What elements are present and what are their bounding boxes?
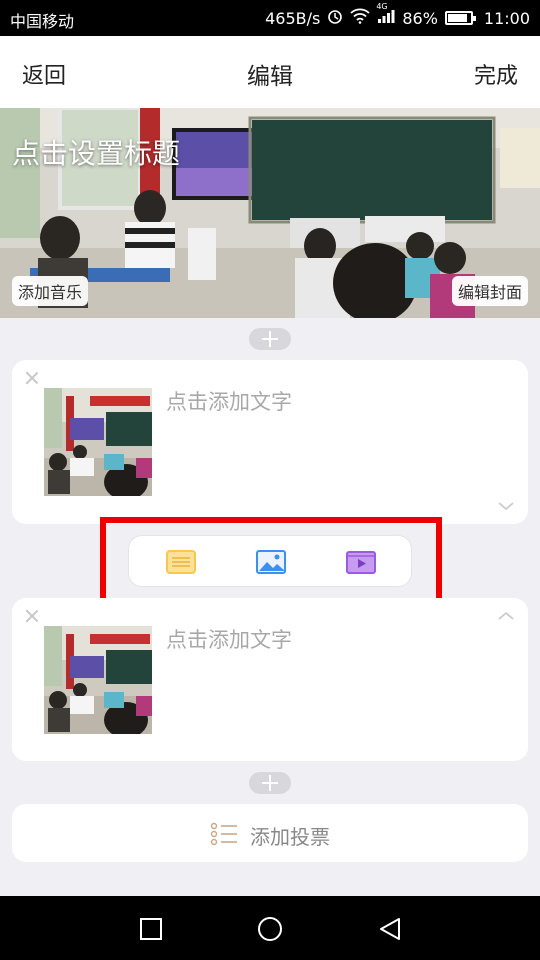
wifi-icon	[350, 8, 370, 28]
insert-block-button[interactable]	[249, 328, 291, 350]
network-type: 4G	[376, 2, 388, 11]
home-circle-icon[interactable]	[257, 916, 283, 942]
card-text-placeholder[interactable]: 点击添加文字	[166, 624, 292, 654]
close-icon[interactable]	[24, 370, 40, 386]
status-bar: 中国移动 465B/s 4G 86% 11:00	[0, 0, 540, 36]
classroom-thumbnail	[44, 626, 152, 734]
cover-title[interactable]: 点击设置标题	[12, 132, 180, 172]
done-button[interactable]: 完成	[474, 58, 518, 90]
square-icon[interactable]	[138, 916, 164, 942]
card-thumbnail[interactable]	[44, 388, 152, 496]
battery-icon	[444, 11, 476, 25]
carrier-label: 中国移动	[10, 12, 75, 31]
back-triangle-icon[interactable]	[377, 916, 403, 942]
classroom-thumbnail	[44, 388, 152, 496]
chevron-up-icon[interactable]	[498, 608, 514, 624]
edit-cover-button[interactable]: 编辑封面	[451, 276, 528, 306]
alarm-icon	[327, 8, 343, 28]
page-title: 编辑	[247, 64, 293, 90]
android-nav-bar	[0, 896, 540, 960]
content-card: 点击添加文字	[12, 360, 528, 524]
video-icon[interactable]	[345, 546, 377, 578]
add-music-button[interactable]: 添加音乐	[12, 276, 89, 306]
text-icon[interactable]	[165, 546, 197, 578]
list-icon	[210, 822, 238, 850]
insert-toolbar	[128, 535, 412, 587]
add-vote-label: 添加投票	[250, 825, 330, 849]
content-card: 点击添加文字	[12, 598, 528, 761]
clock: 11:00	[483, 8, 530, 28]
card-thumbnail[interactable]	[44, 626, 152, 734]
signal-icon: 4G	[376, 2, 395, 28]
card-text-placeholder[interactable]: 点击添加文字	[166, 386, 292, 416]
insert-block-button[interactable]	[249, 772, 291, 794]
add-vote-button[interactable]: 添加投票	[12, 804, 528, 862]
close-icon[interactable]	[24, 608, 40, 624]
network-speed: 465B/s	[265, 8, 321, 28]
image-icon[interactable]	[255, 546, 287, 578]
battery-percent: 86%	[402, 8, 438, 28]
nav-bar: 返回 编辑 完成	[0, 36, 540, 108]
chevron-down-icon[interactable]	[498, 498, 514, 514]
